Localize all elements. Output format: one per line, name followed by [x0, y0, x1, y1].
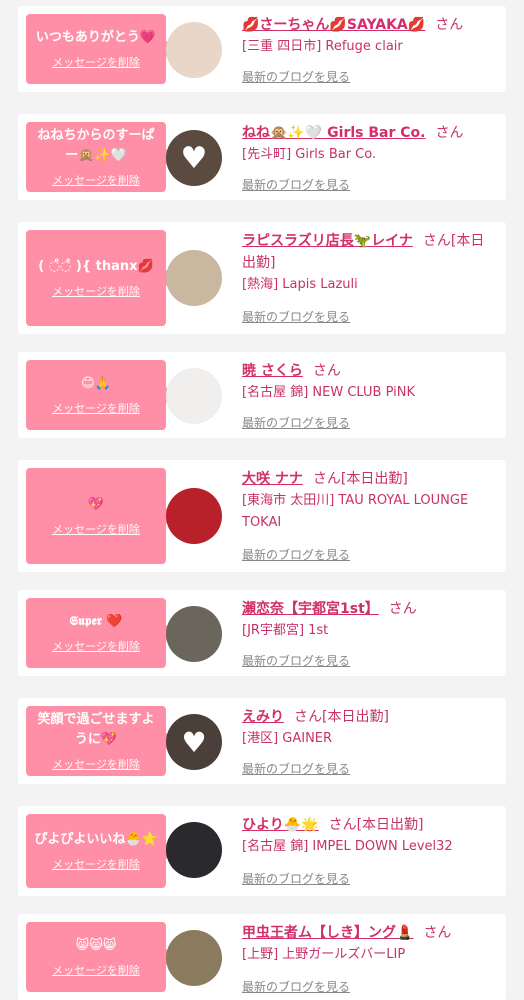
shop-name: [JR宇都宮] 1st — [242, 623, 329, 638]
profile-info: 💋さーちゃん💋SAYAKA💋 さん [三重 四日市] Refuge clair — [242, 14, 498, 58]
profile-info: ラピスラズリ店長🦖レイナ さん[本日出勤] [熱海] Lapis Lazuli — [242, 230, 498, 296]
cast-name-link[interactable]: 甲虫王者ム【しき】ング💄 — [242, 925, 413, 941]
honorific: さん[本日出勤] — [312, 471, 408, 487]
latest-blog-link[interactable]: 最新のブログを見る — [242, 978, 350, 995]
avatar[interactable] — [166, 250, 222, 306]
delete-message-link[interactable]: メッセージを削除 — [52, 400, 140, 416]
shop-name: [上野] 上野ガールズバーLIP — [242, 947, 406, 962]
list-item: 😸😸😸 メッセージを削除 甲虫王者ム【しき】ング💄 さん [上野] 上野ガールズバ… — [18, 914, 506, 1000]
shop-name: [先斗町] Girls Bar Co. — [242, 147, 377, 162]
delete-message-link[interactable]: メッセージを削除 — [52, 172, 140, 188]
delete-message-link[interactable]: メッセージを削除 — [52, 638, 140, 654]
latest-blog-link[interactable]: 最新のブログを見る — [242, 414, 350, 431]
shop-name: [名古屋 錦] IMPEL DOWN Level32 — [242, 839, 453, 854]
list-item: ( ◌̊◌̊ ){ thanx💋 メッセージを削除 ラピスラズリ店長🦖レイナ さん… — [18, 222, 506, 334]
message-bubble: ねねちからのすーぱー🙊✨🤍 メッセージを削除 — [26, 122, 176, 192]
list-item: ねねちからのすーぱー🙊✨🤍 メッセージを削除 ♥ ねね🙊✨🤍 Girls Bar… — [18, 114, 506, 200]
heart-icon: ♥ — [180, 140, 208, 176]
profile-info: ひより🐣🌟 さん[本日出勤] [名古屋 錦] IMPEL DOWN Level32 — [242, 814, 498, 858]
avatar[interactable] — [166, 930, 222, 986]
delete-message-link[interactable]: メッセージを削除 — [52, 962, 140, 978]
profile-info: 瀬恋奈【宇都宮1st】 さん [JR宇都宮] 1st — [242, 598, 498, 642]
message-text: 😸😸😸 — [75, 938, 117, 953]
cast-name-link[interactable]: 大咲 ナナ — [242, 471, 303, 487]
latest-blog-link[interactable]: 最新のブログを見る — [242, 176, 350, 193]
honorific: さん[本日出勤] — [328, 817, 424, 833]
shop-name: [名古屋 錦] NEW CLUB PiNK — [242, 385, 415, 400]
profile-info: 大咲 ナナ さん[本日出勤] [東海市 太田川] TAU ROYAL LOUNGE… — [242, 468, 498, 534]
delete-message-link[interactable]: メッセージを削除 — [52, 856, 140, 872]
message-bubble: いつもありがとう💗 メッセージを削除 — [26, 14, 176, 84]
delete-message-link[interactable]: メッセージを削除 — [52, 54, 140, 70]
shop-name: [港区] GAINER — [242, 731, 333, 746]
message-list: いつもありがとう💗 メッセージを削除 💋さーちゃん💋SAYAKA💋 さん [三重 … — [0, 0, 524, 1000]
list-item: 笑顔で過ごせますように💖 メッセージを削除 ♥ えみり さん[本日出勤] [港区]… — [18, 698, 506, 784]
avatar[interactable] — [166, 822, 222, 878]
list-item: 𝕾𝖚𝖕𝖊𝖗 ❤️ メッセージを削除 瀬恋奈【宇都宮1st】 さん [JR宇都宮] … — [18, 590, 506, 676]
list-item: 💖 メッセージを削除 大咲 ナナ さん[本日出勤] [東海市 太田川] TAU R… — [18, 460, 506, 572]
latest-blog-link[interactable]: 最新のブログを見る — [242, 870, 350, 887]
honorific: さん — [423, 925, 452, 941]
message-text: ( ◌̊◌̊ ){ thanx💋 — [38, 259, 154, 274]
avatar[interactable]: ♥ — [166, 714, 222, 770]
heart-icon: ♥ — [181, 725, 207, 759]
message-text: ねねちからのすーぱー🙊✨🤍 — [37, 128, 155, 163]
cast-name-link[interactable]: 💋さーちゃん💋SAYAKA💋 — [242, 17, 425, 33]
message-bubble: 笑顔で過ごせますように💖 メッセージを削除 — [26, 706, 176, 776]
latest-blog-link[interactable]: 最新のブログを見る — [242, 652, 350, 669]
avatar[interactable] — [166, 368, 222, 424]
list-item: ぴよぴよいいね🐣⭐ メッセージを削除 ひより🐣🌟 さん[本日出勤] [名古屋 錦]… — [18, 806, 506, 896]
latest-blog-link[interactable]: 最新のブログを見る — [242, 760, 350, 777]
profile-info: 甲虫王者ム【しき】ング💄 さん [上野] 上野ガールズバーLIP — [242, 922, 498, 966]
avatar[interactable] — [166, 488, 222, 544]
delete-message-link[interactable]: メッセージを削除 — [52, 756, 140, 772]
delete-message-link[interactable]: メッセージを削除 — [52, 283, 140, 299]
shop-name: [三重 四日市] Refuge clair — [242, 39, 403, 54]
message-text: 😊🙏 — [81, 376, 111, 391]
message-text: ぴよぴよいいね🐣⭐ — [34, 832, 158, 847]
cast-name-link[interactable]: 瀬恋奈【宇都宮1st】 — [242, 601, 379, 617]
shop-name: [東海市 太田川] TAU ROYAL LOUNGE TOKAI — [242, 493, 469, 530]
avatar[interactable]: ♥ — [166, 130, 222, 186]
avatar[interactable] — [166, 22, 222, 78]
list-item: いつもありがとう💗 メッセージを削除 💋さーちゃん💋SAYAKA💋 さん [三重 … — [18, 6, 506, 92]
message-bubble: 😊🙏 メッセージを削除 — [26, 360, 176, 430]
honorific: さん — [435, 17, 464, 33]
message-bubble: ぴよぴよいいね🐣⭐ メッセージを削除 — [26, 814, 176, 888]
message-text: 笑顔で過ごせますように💖 — [37, 712, 155, 747]
message-bubble: ( ◌̊◌̊ ){ thanx💋 メッセージを削除 — [26, 230, 176, 326]
message-bubble: 😸😸😸 メッセージを削除 — [26, 922, 176, 992]
honorific: さん[本日出勤] — [294, 709, 389, 725]
message-bubble: 𝕾𝖚𝖕𝖊𝖗 ❤️ メッセージを削除 — [26, 598, 176, 668]
cast-name-link[interactable]: ひより🐣🌟 — [242, 817, 319, 833]
cast-name-link[interactable]: えみり — [242, 709, 284, 725]
message-text: 𝕾𝖚𝖕𝖊𝖗 ❤️ — [69, 614, 123, 629]
profile-info: 暁 さくら さん [名古屋 錦] NEW CLUB PiNK — [242, 360, 498, 404]
latest-blog-link[interactable]: 最新のブログを見る — [242, 68, 350, 85]
cast-name-link[interactable]: 暁 さくら — [242, 363, 303, 379]
avatar[interactable] — [166, 606, 222, 662]
profile-info: えみり さん[本日出勤] [港区] GAINER — [242, 706, 498, 750]
shop-name: [熱海] Lapis Lazuli — [242, 277, 358, 292]
list-item: 😊🙏 メッセージを削除 暁 さくら さん [名古屋 錦] NEW CLUB PiN… — [18, 352, 506, 438]
message-text: 💖 — [87, 497, 105, 512]
honorific: さん — [312, 363, 341, 379]
latest-blog-link[interactable]: 最新のブログを見る — [242, 546, 350, 563]
delete-message-link[interactable]: メッセージを削除 — [52, 521, 140, 537]
message-text: いつもありがとう💗 — [35, 30, 157, 45]
cast-name-link[interactable]: ねね🙊✨🤍 Girls Bar Co. — [242, 125, 425, 141]
latest-blog-link[interactable]: 最新のブログを見る — [242, 308, 350, 325]
cast-name-link[interactable]: ラピスラズリ店長🦖レイナ — [242, 233, 413, 249]
honorific: さん — [435, 125, 464, 141]
message-bubble: 💖 メッセージを削除 — [26, 468, 176, 564]
honorific: さん — [388, 601, 417, 617]
profile-info: ねね🙊✨🤍 Girls Bar Co. さん [先斗町] Girls Bar Co… — [242, 122, 498, 166]
